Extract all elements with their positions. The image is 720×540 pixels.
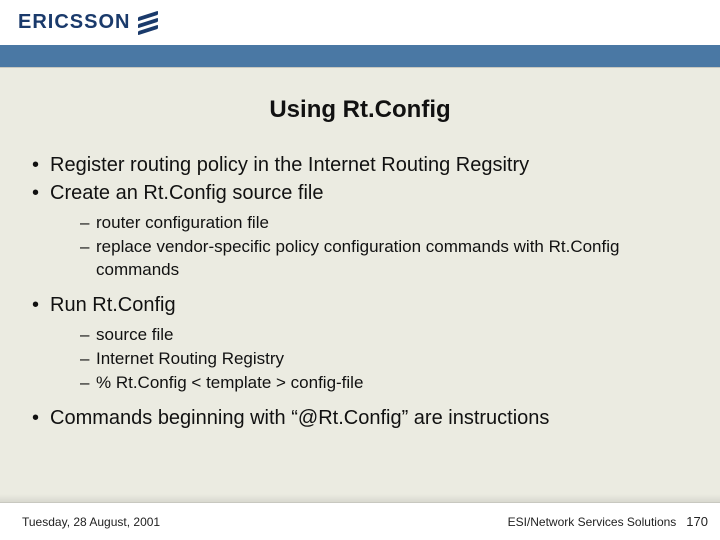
footer-org: ESI/Network Services Solutions	[508, 515, 677, 529]
divider	[0, 67, 720, 68]
header: ERICSSON	[0, 0, 720, 45]
brand-icon	[138, 10, 158, 34]
sub-item: source file	[50, 324, 692, 347]
footer-date: Tuesday, 28 August, 2001	[22, 515, 160, 529]
sub-list: source file Internet Routing Registry % …	[50, 324, 692, 395]
footer: Tuesday, 28 August, 2001 ESI/Network Ser…	[0, 502, 720, 540]
bullet-item: Register routing policy in the Internet …	[28, 152, 692, 178]
content: Register routing policy in the Internet …	[0, 152, 720, 540]
bullet-text: Run Rt.Config	[50, 294, 176, 316]
slide-title: Using Rt.Config	[0, 96, 720, 124]
sub-item: router configuration file	[50, 212, 692, 235]
footer-page: 170	[686, 514, 708, 529]
sub-item: % Rt.Config < template > config-file	[50, 372, 692, 395]
slide: ERICSSON Using Rt.Config Register routin…	[0, 0, 720, 540]
accent-bar	[0, 45, 720, 67]
sub-item: replace vendor-specific policy configura…	[50, 236, 692, 282]
footer-shadow	[0, 494, 720, 502]
bullet-text: Create an Rt.Config source file	[50, 182, 323, 204]
sub-list: router configuration file replace vendor…	[50, 212, 692, 282]
bullet-item: Run Rt.Config source file Internet Routi…	[28, 292, 692, 395]
brand-name: ERICSSON	[18, 11, 130, 34]
sub-item: Internet Routing Registry	[50, 348, 692, 371]
bullet-item: Commands beginning with “@Rt.Config” are…	[28, 405, 692, 431]
bullet-item: Create an Rt.Config source file router c…	[28, 180, 692, 282]
bullet-list: Register routing policy in the Internet …	[28, 152, 692, 431]
